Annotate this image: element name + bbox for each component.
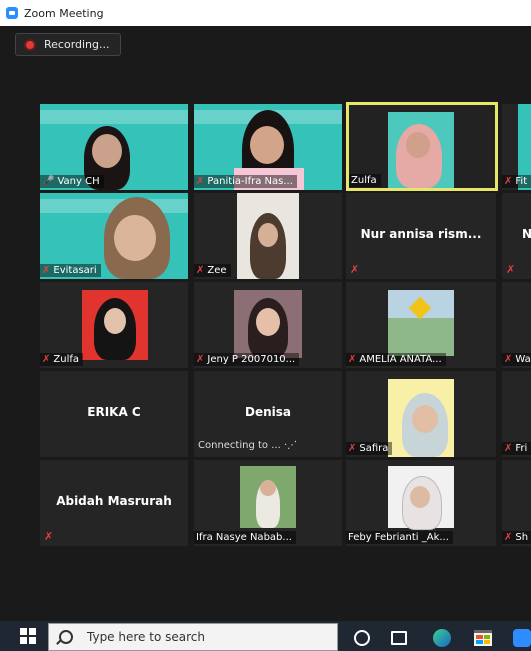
participant-name-label: Ifra Nasye Nabab... bbox=[194, 531, 296, 544]
connecting-status: Connecting to ... ·⋰ bbox=[198, 440, 298, 451]
participant-name-label: ✗ Panitia-Ifra Nas... bbox=[194, 175, 297, 188]
search-placeholder: Type here to search bbox=[87, 630, 205, 644]
participant-name-label: ✗ Zulfa bbox=[40, 353, 84, 366]
participant-name-label: ✗ Sh bbox=[502, 531, 531, 544]
record-icon bbox=[24, 38, 36, 51]
video-tile-evitasari[interactable]: ✗ Evitasari bbox=[40, 193, 188, 279]
participant-face bbox=[412, 405, 438, 433]
mic-muted-icon: ✗ bbox=[504, 176, 513, 187]
participant-display-name: Abidah Masrurah bbox=[56, 494, 172, 508]
participant-face bbox=[256, 308, 280, 336]
participant-name-label: Zulfa bbox=[349, 174, 381, 187]
windows-start-icon[interactable] bbox=[20, 628, 36, 644]
mic-muted-icon: ✗ bbox=[504, 354, 513, 365]
window-title: Zoom Meeting bbox=[24, 6, 104, 20]
task-view-icon[interactable] bbox=[389, 628, 409, 648]
participant-name-label: ✗ Fri bbox=[502, 442, 531, 455]
video-tile-abidah[interactable]: Abidah Masrurah ✗ bbox=[40, 460, 188, 546]
zoom-icon[interactable] bbox=[512, 628, 531, 648]
participant-name-label: ✗ Jeny P 2007010... bbox=[194, 353, 300, 366]
video-tile-sh[interactable]: ✗ Sh bbox=[502, 460, 531, 546]
participant-name-label: ✗ Safira bbox=[346, 442, 393, 455]
participant-face bbox=[250, 126, 284, 164]
video-tile-nur-annisa[interactable]: Nur annisa rism... ✗ bbox=[346, 193, 496, 279]
video-tile-safira[interactable]: ✗ Safira bbox=[346, 371, 496, 457]
participant-face bbox=[410, 486, 430, 508]
mic-muted-icon: ✗ bbox=[348, 443, 357, 454]
cortana-icon[interactable] bbox=[352, 628, 372, 648]
mic-on-icon: 🎤 bbox=[42, 176, 55, 187]
mic-muted-icon: ✗ bbox=[42, 354, 51, 365]
participant-face bbox=[258, 223, 278, 247]
participant-name-label: Feby Febrianti _Ak... bbox=[346, 531, 453, 544]
recording-label: Recording... bbox=[44, 38, 110, 51]
video-tile-denisa[interactable]: Denisa Connecting to ... ·⋰ bbox=[194, 371, 342, 457]
video-tile-wa[interactable]: ✗ Wa bbox=[502, 282, 531, 368]
video-tile-vany[interactable]: 🎤 Vany CH bbox=[40, 104, 188, 190]
video-tile-zulfa-active-speaker[interactable]: Zulfa bbox=[346, 102, 498, 191]
video-tile-feby[interactable]: Feby Febrianti _Ak... bbox=[346, 460, 496, 546]
participant-display-name: ERIKA C bbox=[87, 405, 141, 419]
video-tile-fit[interactable]: ✗ Fit bbox=[502, 104, 531, 190]
mic-muted-icon: ✗ bbox=[348, 354, 357, 365]
video-tile-amelia[interactable]: ✗ AMELIA ANATA... bbox=[346, 282, 496, 368]
video-tile-zee[interactable]: ✗ Zee bbox=[194, 193, 342, 279]
participant-name-label: ✗ Zee bbox=[194, 264, 231, 277]
search-icon bbox=[59, 630, 73, 644]
participant-face bbox=[92, 134, 122, 168]
video-tile-erika[interactable]: ERIKA C bbox=[40, 371, 188, 457]
participant-name-label: ✗ Evitasari bbox=[40, 264, 101, 277]
video-tile-fri[interactable]: ✗ Fri bbox=[502, 371, 531, 457]
participant-display-name: Nur annisa rism... bbox=[360, 227, 482, 241]
video-tile-panitia-ifra[interactable]: ✗ Panitia-Ifra Nas... bbox=[194, 104, 342, 190]
mic-muted-icon: ✗ bbox=[506, 263, 516, 276]
mic-muted-icon: ✗ bbox=[504, 443, 513, 454]
mic-muted-icon: ✗ bbox=[196, 354, 205, 365]
taskbar-search-box[interactable]: Type here to search bbox=[48, 623, 338, 651]
video-tile-ifra-nasye[interactable]: Ifra Nasye Nabab... bbox=[194, 460, 342, 546]
video-tile-jeny[interactable]: ✗ Jeny P 2007010... bbox=[194, 282, 342, 368]
participant-name-label: ✗ Wa bbox=[502, 353, 531, 366]
mic-muted-icon: ✗ bbox=[196, 265, 205, 276]
video-tile-n[interactable]: N ✗ bbox=[502, 193, 531, 279]
window-titlebar: Zoom Meeting bbox=[0, 0, 531, 26]
participant-name-label: ✗ AMELIA ANATA... bbox=[346, 353, 446, 366]
recording-indicator[interactable]: Recording... bbox=[15, 33, 121, 56]
store-icon[interactable] bbox=[473, 628, 493, 648]
loading-spinner-icon: ·⋰ bbox=[283, 440, 298, 451]
participant-face bbox=[406, 132, 430, 158]
participant-face bbox=[260, 480, 276, 496]
participant-display-name: N bbox=[522, 227, 531, 241]
mic-muted-icon: ✗ bbox=[44, 530, 54, 543]
mic-muted-icon: ✗ bbox=[196, 176, 205, 187]
zoom-app-icon bbox=[6, 7, 18, 19]
participant-display-name: Denisa bbox=[245, 405, 291, 419]
participant-face bbox=[104, 308, 126, 334]
mic-muted-icon: ✗ bbox=[504, 532, 513, 543]
mic-muted-icon: ✗ bbox=[42, 265, 51, 276]
edge-icon[interactable] bbox=[432, 628, 452, 648]
mic-muted-icon: ✗ bbox=[350, 263, 360, 276]
participant-name-label: ✗ Fit bbox=[502, 175, 531, 188]
video-tile-zulfa[interactable]: ✗ Zulfa bbox=[40, 282, 188, 368]
participant-name-label: 🎤 Vany CH bbox=[40, 175, 104, 188]
participant-face bbox=[114, 215, 156, 261]
